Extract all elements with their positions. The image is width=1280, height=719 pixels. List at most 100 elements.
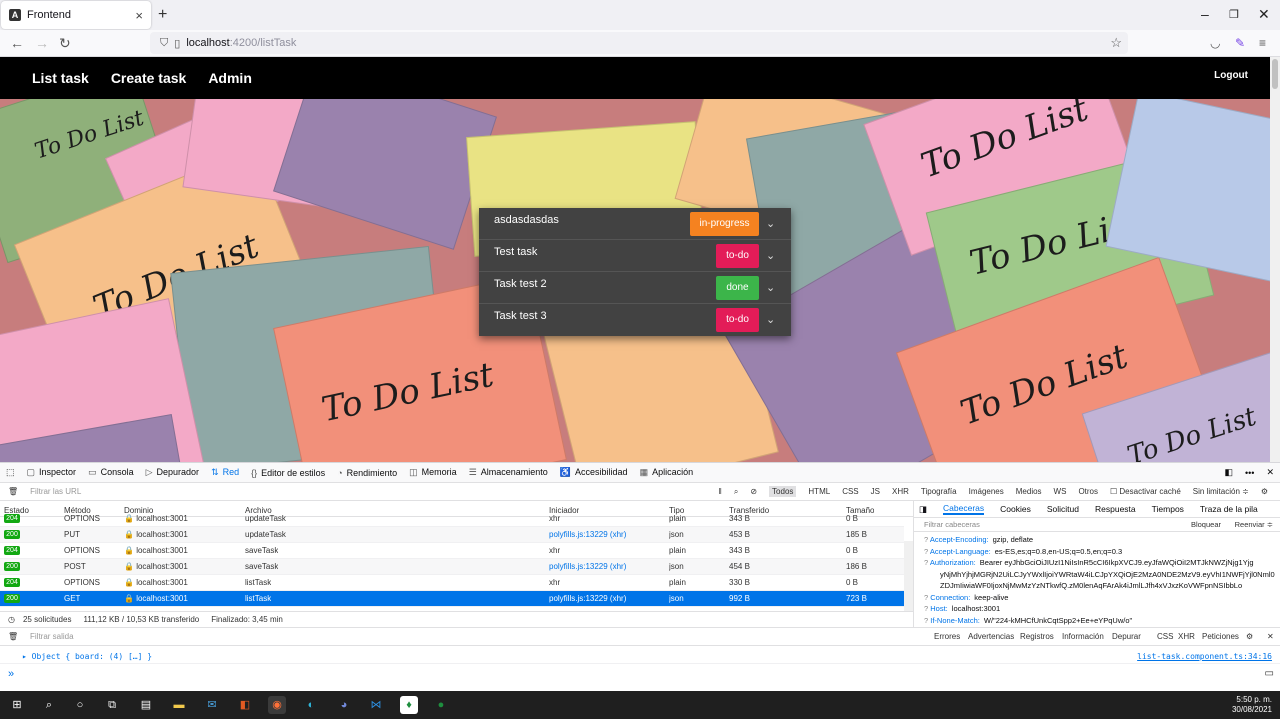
filter-images[interactable]: Imágenes	[969, 487, 1004, 496]
filter-media[interactable]: Medios	[1016, 487, 1042, 496]
forward-icon[interactable]: →	[35, 35, 49, 51]
tab-memory[interactable]: ◫ Memoria	[409, 467, 457, 478]
level-logs[interactable]: Registros	[1020, 632, 1054, 641]
table-row[interactable]: 200 POST 🔒 localhost:3001 saveTask polyfills…	[0, 559, 904, 575]
windows-start-icon[interactable]: ⊞	[8, 696, 26, 714]
filter-fonts[interactable]: Tipografía	[921, 487, 957, 496]
tab-inspector[interactable]: ▢ Inspector	[27, 467, 77, 478]
mongodb-icon[interactable]: ●	[432, 696, 450, 714]
nav-create-task[interactable]: Create task	[111, 70, 187, 86]
tab-debugger[interactable]: ▷ Depurador	[146, 467, 199, 478]
nav-list-task[interactable]: List task	[32, 70, 89, 86]
back-icon[interactable]: ←	[10, 35, 24, 51]
editor-mode-icon[interactable]: ▭	[1265, 668, 1274, 679]
system-clock[interactable]: 5:50 p. m. 30/08/2021	[1232, 695, 1272, 715]
discord-icon[interactable]: ◕	[335, 696, 353, 714]
level-warnings[interactable]: Advertencias	[968, 632, 1014, 641]
new-tab-button[interactable]: +	[158, 6, 167, 24]
menu-icon[interactable]: ≡	[1259, 36, 1266, 50]
table-row[interactable]: 204 OPTIONS 🔒 localhost:3001 saveTask xhr pla…	[0, 543, 904, 559]
search-icon[interactable]: ⌕	[40, 696, 58, 714]
status-badge[interactable]: done	[716, 276, 759, 300]
reload-icon[interactable]: ↻	[59, 35, 71, 52]
filter-all[interactable]: Todos	[769, 486, 797, 497]
filter-ws[interactable]: WS	[1054, 487, 1067, 496]
task-view-icon[interactable]: ⧉	[103, 696, 121, 714]
pick-element-icon[interactable]: ⬚	[6, 467, 15, 478]
cell-initiator[interactable]: polyfills.js:13229 (xhr)	[549, 562, 626, 571]
close-window-icon[interactable]: ✕	[1258, 6, 1270, 23]
level-debug[interactable]: Depurar	[1112, 632, 1141, 641]
header-line[interactable]: ? Authorization: Bearer eyJhbGciOiJIUzI1N…	[924, 558, 1254, 567]
url-bar[interactable]: ⛉ ▯ localhost :4200/listTask ☆	[150, 32, 1128, 54]
resend-button[interactable]: Reenviar ≑	[1235, 518, 1273, 532]
trash-icon[interactable]: 🗑	[8, 487, 18, 496]
cell-initiator[interactable]: xhr	[549, 546, 560, 555]
header-line[interactable]: ? If-None-Match: W/"224-kMHCfUnkCqtSpp2+E…	[924, 616, 1132, 625]
status-badge[interactable]: to-do	[716, 244, 759, 268]
header-line[interactable]: ? Accept-Language: es-ES,es;q=0.8,en-US;q…	[924, 547, 1122, 556]
chevron-down-icon[interactable]: ⌄	[766, 313, 775, 326]
logout-link[interactable]: Logout	[1214, 70, 1248, 81]
task-row[interactable]: Test task to-do ⌄	[479, 240, 791, 272]
chevron-down-icon[interactable]: ⌄	[766, 249, 775, 262]
office-icon[interactable]: ◧	[236, 696, 254, 714]
filter-headers-input[interactable]: Filtrar cabeceras Bloquear Reenviar ≑	[914, 518, 1280, 532]
tab-console[interactable]: ▭ Consola	[88, 467, 134, 478]
minimize-icon[interactable]: –	[1201, 6, 1209, 22]
edge-icon[interactable]: ◐	[302, 696, 320, 714]
header-line[interactable]: yNjMhYjhjMGRjN2UiLCJyYWxlIjoiYWRtaW4iLCJ…	[940, 570, 1275, 579]
cell-initiator[interactable]: polyfills.js:13229 (xhr)	[549, 594, 626, 603]
disable-cache-checkbox[interactable]: ☐ Desactivar caché	[1110, 487, 1181, 496]
console-log-line[interactable]: ▸ Object { board: (4) […] } list-task.co…	[0, 650, 1280, 664]
search-icon[interactable]: ⌕	[734, 487, 738, 497]
nav-admin[interactable]: Admin	[208, 70, 252, 86]
tab-accessibility[interactable]: ♿ Accesibilidad	[560, 467, 628, 478]
mongodb-compass-icon[interactable]: ♦	[400, 696, 418, 714]
pocket-icon[interactable]: ◡	[1210, 36, 1220, 50]
table-row[interactable]: 204 OPTIONS 🔒 localhost:3001 listTask xhr pla…	[0, 575, 904, 591]
mail-icon[interactable]: ✉	[203, 696, 221, 714]
tab-request[interactable]: Solicitud	[1047, 504, 1079, 514]
status-badge[interactable]: to-do	[716, 308, 759, 332]
scrollbar-thumb[interactable]	[1272, 59, 1278, 89]
task-row[interactable]: Task test 2 done ⌄	[479, 272, 791, 304]
page-scrollbar[interactable]	[1270, 57, 1280, 462]
trash-icon[interactable]: 🗑	[8, 632, 18, 641]
shield-icon[interactable]: ⛉	[160, 37, 168, 50]
filter-output-input[interactable]: Filtrar salida	[30, 632, 74, 641]
header-line[interactable]: ? Connection: keep-alive	[924, 593, 1008, 602]
level-info[interactable]: Información	[1062, 632, 1104, 641]
bookmark-star-icon[interactable]: ☆	[1110, 35, 1122, 51]
filter-requests[interactable]: Peticiones	[1202, 632, 1239, 641]
table-scrollbar[interactable]	[904, 541, 913, 611]
block-button[interactable]: Bloquear	[1191, 518, 1221, 532]
table-row[interactable]: 204 OPTIONS 🔒 localhost:3001 updateTask xhr p…	[0, 511, 904, 527]
throttle-select[interactable]: Sin limitación ≑	[1193, 487, 1249, 496]
log-source-link[interactable]: list-task.component.ts:34:16	[1137, 652, 1272, 661]
tab-network[interactable]: ⇅ Red	[211, 467, 239, 478]
status-badge[interactable]: in-progress	[690, 212, 759, 236]
restore-icon[interactable]: ❐	[1229, 8, 1239, 21]
table-row[interactable]: 200 PUT 🔒 localhost:3001 updateTask polyfill…	[0, 527, 904, 543]
tab-response[interactable]: Respuesta	[1095, 504, 1136, 514]
log-message[interactable]: ▸ Object { board: (4) […] }	[22, 652, 152, 661]
chevron-down-icon[interactable]: ⌄	[766, 281, 775, 294]
eyedropper-icon[interactable]: ✎	[1235, 36, 1245, 50]
more-options-icon[interactable]: •••	[1245, 468, 1254, 478]
chevron-down-icon[interactable]: ⌄	[766, 217, 775, 230]
tab-stack-trace[interactable]: Traza de la pila	[1200, 504, 1258, 514]
settings-gear-icon[interactable]: ⚙	[1261, 487, 1268, 496]
tab-headers[interactable]: Cabeceras	[943, 503, 985, 515]
level-errors[interactable]: Errores	[934, 632, 960, 641]
pause-icon[interactable]: ‖	[719, 487, 722, 496]
sidebar-toggle-icon[interactable]: ◨	[919, 504, 927, 515]
tab-cookies[interactable]: Cookies	[1000, 504, 1031, 514]
cell-initiator[interactable]: xhr	[549, 514, 560, 523]
cell-initiator[interactable]: xhr	[549, 578, 560, 587]
filter-other[interactable]: Otros	[1078, 487, 1098, 496]
settings-gear-icon[interactable]: ⚙	[1246, 632, 1253, 641]
tab-style-editor[interactable]: {} Editor de estilos	[251, 468, 325, 478]
filter-html[interactable]: HTML	[808, 487, 830, 496]
table-row[interactable]: 200 GET 🔒 localhost:3001 listTask polyfills.…	[0, 591, 904, 607]
